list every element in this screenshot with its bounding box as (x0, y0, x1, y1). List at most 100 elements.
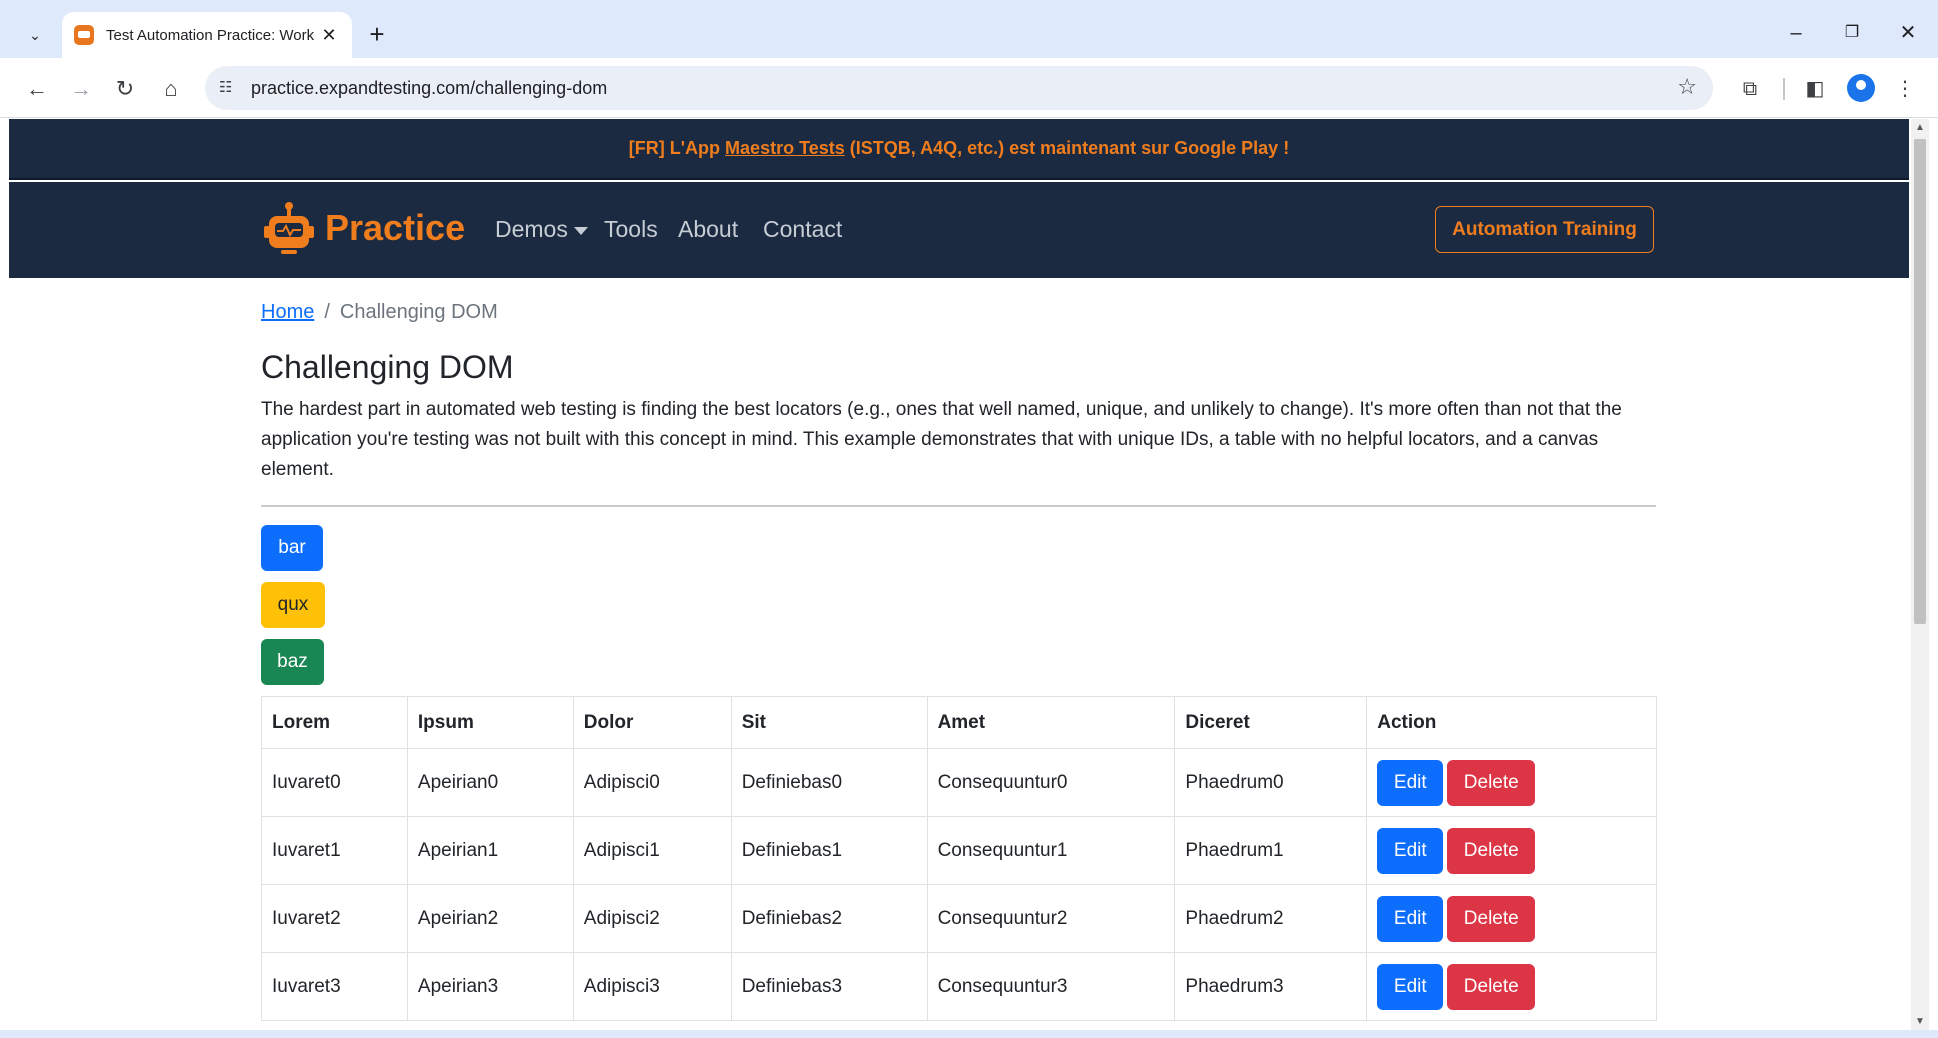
table-cell: Apeirian1 (406, 816, 574, 885)
edit-button[interactable]: Edit (1377, 963, 1444, 1010)
table-cell: Adipisci0 (572, 748, 732, 817)
menu-dots-icon[interactable]: ⋮ (1888, 72, 1922, 106)
announcement-link[interactable]: Maestro Tests (725, 138, 845, 159)
column-header: Lorem (261, 696, 408, 749)
browser-toolbar: ← → ↻ ⌂ ☷ practice.expandtesting.com/cha… (0, 58, 1938, 118)
edit-button[interactable]: Edit (1377, 895, 1444, 942)
table-cell: Iuvaret0 (261, 748, 408, 817)
table-cell: Phaedrum1 (1174, 816, 1368, 885)
site-info-icon[interactable]: ☷ (219, 78, 239, 98)
page-viewport: [FR] L'App Maestro Tests (ISTQB, A4Q, et… (9, 119, 1917, 1030)
table-cell: Consequuntur0 (926, 748, 1176, 817)
close-window-icon[interactable]: ✕ (1888, 18, 1928, 48)
nav-contact[interactable]: Contact (763, 216, 842, 243)
table-cell: Definiebas3 (730, 952, 928, 1021)
restore-icon[interactable]: ❐ (1832, 18, 1872, 48)
nav-demos-label: Demos (495, 216, 568, 242)
baz-button[interactable]: baz (261, 639, 324, 685)
scroll-up-arrow-icon[interactable]: ▲ (1915, 122, 1925, 133)
table-cell: Definiebas1 (730, 816, 928, 885)
table-cell: Consequuntur3 (926, 952, 1176, 1021)
home-icon[interactable]: ⌂ (154, 72, 188, 106)
table-cell: Phaedrum3 (1174, 952, 1368, 1021)
url-text[interactable]: practice.expandtesting.com/challenging-d… (251, 78, 607, 99)
browser-tab[interactable]: Test Automation Practice: Work ✕ (62, 12, 352, 58)
tab-title: Test Automation Practice: Work (106, 26, 314, 44)
column-header: Diceret (1174, 696, 1368, 749)
column-header: Dolor (572, 696, 732, 749)
action-cell: Edit Delete (1366, 952, 1657, 1021)
announcement-suffix: (ISTQB, A4Q, etc.) est maintenant sur Go… (844, 138, 1290, 158)
announcement-prefix: [FR] L'App (628, 138, 726, 158)
browser-tab-strip: ⌄ Test Automation Practice: Work ✕ + – ❐… (0, 0, 1938, 58)
table-cell: Adipisci2 (572, 884, 732, 953)
bar-button[interactable]: bar (261, 525, 323, 571)
edit-button[interactable]: Edit (1377, 827, 1444, 874)
column-header: Action (1366, 696, 1657, 749)
delete-button[interactable]: Delete (1447, 895, 1536, 942)
delete-button[interactable]: Delete (1447, 827, 1536, 874)
toolbar-separator (1783, 78, 1785, 100)
column-header: Ipsum (406, 696, 574, 749)
divider (261, 505, 1656, 507)
breadcrumb: Home / Challenging DOM (261, 301, 498, 324)
qux-button[interactable]: qux (261, 582, 325, 628)
table-cell: Phaedrum2 (1174, 884, 1368, 953)
table-row: Iuvaret1 Apeirian1 Adipisci1 Definiebas1… (261, 816, 1657, 885)
star-icon[interactable]: ☆ (1677, 74, 1697, 100)
scrollbar-thumb[interactable] (1914, 139, 1926, 624)
brand[interactable]: Practice (261, 200, 465, 256)
page-title: Challenging DOM (261, 349, 514, 385)
robot-logo-icon (261, 200, 317, 256)
reload-icon[interactable]: ↻ (108, 72, 142, 106)
table-cell: Definiebas0 (730, 748, 928, 817)
scroll-down-arrow-icon[interactable]: ▼ (1915, 1016, 1925, 1027)
address-bar[interactable]: ☷ practice.expandtesting.com/challenging… (205, 66, 1713, 110)
action-cell: Edit Delete (1366, 816, 1657, 885)
minimize-icon[interactable]: – (1776, 18, 1816, 48)
site-navbar: Practice Demos Tools About Contact Autom… (9, 182, 1909, 278)
column-header: Amet (926, 696, 1176, 749)
announcement-banner: [FR] L'App Maestro Tests (ISTQB, A4Q, et… (9, 119, 1909, 180)
caret-down-icon (573, 226, 588, 235)
favicon-robot-icon (74, 25, 94, 45)
action-cell: Edit Delete (1366, 748, 1657, 817)
table-cell: Apeirian3 (406, 952, 574, 1021)
side-panel-icon[interactable]: ◧ (1798, 72, 1832, 106)
nav-tools[interactable]: Tools (604, 216, 658, 243)
table-cell: Iuvaret3 (261, 952, 408, 1021)
breadcrumb-current: Challenging DOM (339, 301, 498, 323)
breadcrumb-home-link[interactable]: Home (261, 301, 314, 324)
table-cell: Apeirian0 (406, 748, 574, 817)
edit-button[interactable]: Edit (1377, 759, 1444, 806)
table-cell: Apeirian2 (406, 884, 574, 953)
forward-arrow-icon[interactable]: → (64, 72, 98, 106)
close-icon[interactable]: ✕ (318, 25, 340, 46)
breadcrumb-separator: / (324, 301, 330, 323)
table-cell: Adipisci1 (572, 816, 732, 885)
automation-training-button[interactable]: Automation Training (1435, 206, 1654, 253)
delete-button[interactable]: Delete (1447, 759, 1536, 806)
page-scrollbar[interactable]: ▲ ▼ (1911, 119, 1929, 1030)
brand-name: Practice (325, 207, 466, 248)
taskbar-strip (0, 1030, 1938, 1038)
table-row: Iuvaret3 Apeirian3 Adipisci3 Definiebas3… (261, 952, 1657, 1021)
nav-demos-dropdown[interactable]: Demos (495, 216, 588, 243)
column-header: Sit (730, 696, 928, 749)
table-cell: Iuvaret2 (261, 884, 408, 953)
table-cell: Phaedrum0 (1174, 748, 1368, 817)
nav-about[interactable]: About (678, 216, 738, 243)
data-table: Lorem Ipsum Dolor Sit Amet Diceret Actio… (261, 696, 1657, 1021)
action-cell: Edit Delete (1366, 884, 1657, 953)
table-cell: Consequuntur1 (926, 816, 1176, 885)
delete-button[interactable]: Delete (1447, 963, 1536, 1010)
table-header-row: Lorem Ipsum Dolor Sit Amet Diceret Actio… (261, 696, 1657, 749)
profile-icon[interactable] (1847, 74, 1875, 102)
table-row: Iuvaret2 Apeirian2 Adipisci2 Definiebas2… (261, 884, 1657, 953)
table-cell: Consequuntur2 (926, 884, 1176, 953)
tab-search-icon[interactable]: ⌄ (18, 20, 52, 50)
table-row: Iuvaret0 Apeirian0 Adipisci0 Definiebas0… (261, 748, 1657, 817)
plus-icon[interactable]: + (362, 20, 392, 50)
extensions-icon[interactable]: ⧉ (1733, 72, 1767, 106)
back-arrow-icon[interactable]: ← (20, 72, 54, 106)
